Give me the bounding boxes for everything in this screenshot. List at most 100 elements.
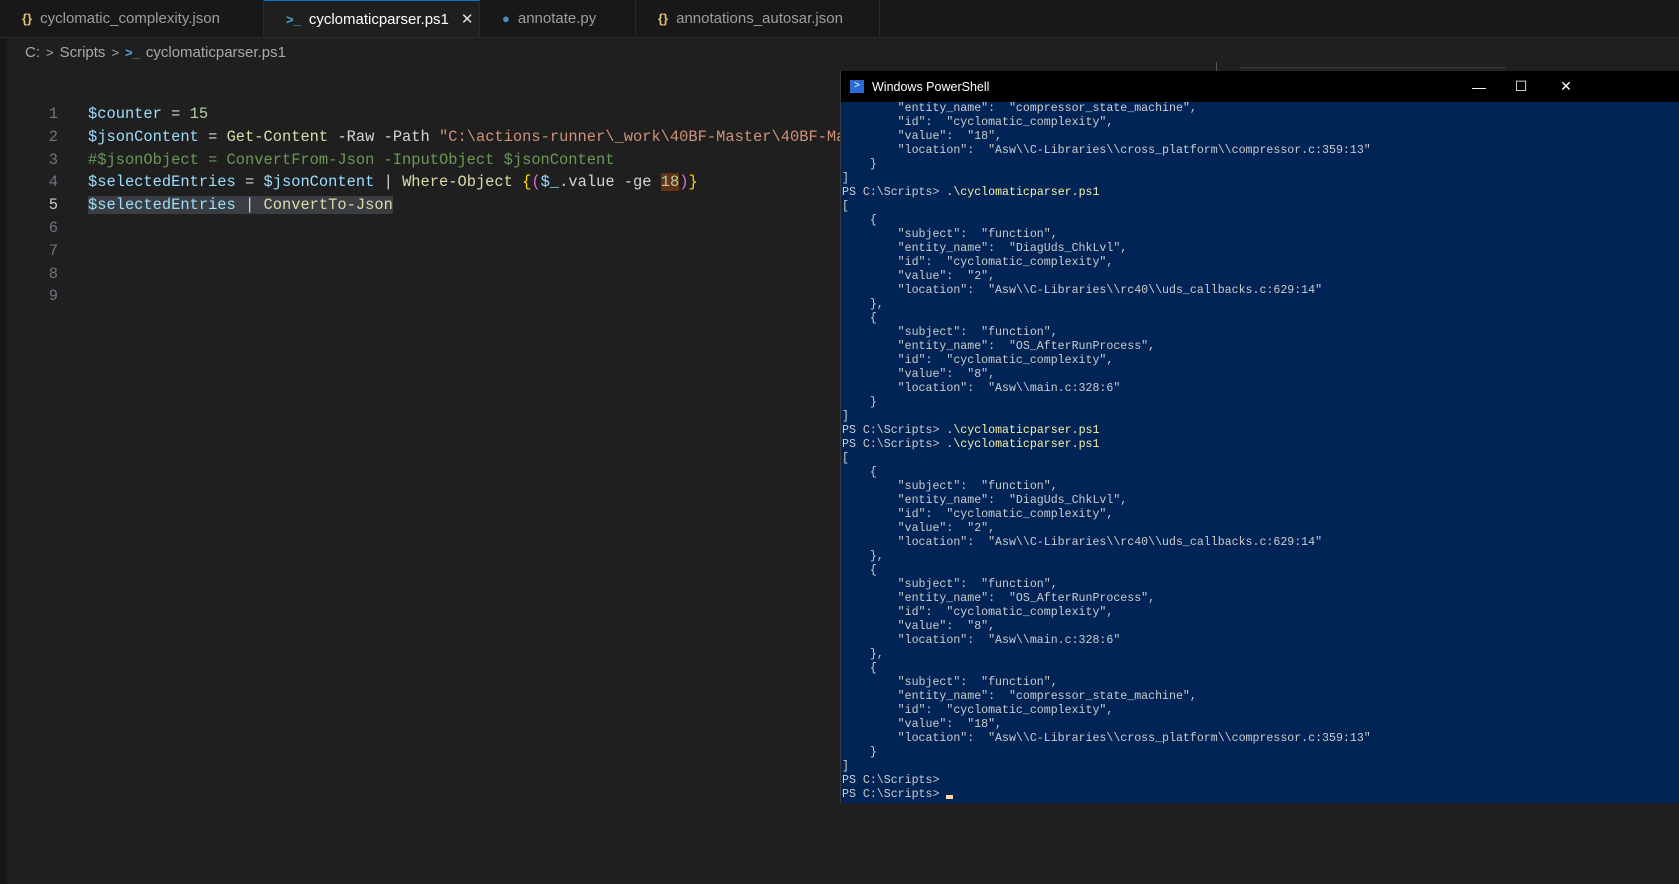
line-number: 4 (48, 173, 58, 192)
terminal-output-line: "entity_name": "DiagUds_ChkLvl", (842, 494, 1128, 507)
terminal-output-line: "entity_name": "compressor_state_machine… (842, 102, 1197, 115)
line-number: 3 (48, 150, 58, 169)
code-token: $jsonContent (263, 173, 375, 192)
tab-cyclomatic-complexity-json[interactable]: {} cyclomatic_complexity.json (0, 0, 264, 37)
terminal-prompt-line: PS C:\Scripts> .\cyclomaticparser.ps1 (842, 424, 1099, 438)
code-token: Where-Object (402, 173, 513, 192)
code-token: #$jsonObject = ConvertFrom-Json -InputOb… (88, 150, 615, 169)
prompt-text: PS C:\Scripts> (842, 438, 947, 451)
terminal-output-line: "value": "18", (842, 718, 1003, 731)
terminal-output-line: "id": "cyclomatic_complexity", (842, 606, 1114, 619)
tab-label: annotate.py (517, 10, 597, 27)
terminal-output-line: "id": "cyclomatic_complexity", (842, 116, 1114, 129)
tab-label: cyclomatic_complexity.json (40, 10, 220, 27)
terminal-prompt-line: PS C:\Scripts> .\cyclomaticparser.ps1 (842, 186, 1099, 200)
powershell-icon: >_ (125, 44, 140, 60)
terminal-output-line: "entity_name": "OS_AfterRunProcess", (842, 340, 1156, 353)
terminal-output[interactable]: "entity_name": "compressor_state_machine… (842, 102, 1679, 803)
breadcrumb-drive[interactable]: C: (25, 44, 40, 61)
terminal-output-line: "location": "Asw\\main.c:328:6" (842, 382, 1121, 395)
terminal-output-line: "location": "Asw\\C-Libraries\\rc40\\uds… (842, 536, 1323, 549)
terminal-output-line: "value": "2", (842, 270, 996, 283)
terminal-cursor (946, 795, 954, 799)
terminal-output-line: { (842, 564, 877, 577)
code-text: #$jsonObject = ConvertFrom-Json -InputOb… (88, 149, 614, 172)
breadcrumb-file[interactable]: cyclomaticparser.ps1 (146, 44, 286, 61)
code-token: "C:\actions-runner\_work\40BF-Master\40B… (439, 127, 846, 146)
code-token: = (161, 105, 190, 123)
powershell-window[interactable]: > Windows PowerShell — ☐ ✕ "entity_name"… (840, 71, 1679, 803)
tab-annotate-py[interactable]: ● annotate.py (480, 0, 636, 37)
chevron-right-icon: > (46, 44, 54, 60)
close-tab-icon[interactable]: ✕ (461, 10, 474, 28)
code-token: $selectedEntries (88, 173, 236, 192)
code-token: ( (531, 173, 541, 192)
terminal-output-line: } (842, 396, 877, 409)
terminal-output-line: }, (842, 648, 884, 661)
terminal-output-line: "value": "8", (842, 368, 996, 381)
code-token: $counter (88, 105, 162, 123)
terminal-output-line: "subject": "function", (842, 480, 1058, 493)
terminal-output-line: "value": "2", (842, 522, 996, 535)
code-token: 18 (660, 173, 680, 192)
tab-label: annotations_autosar.json (676, 10, 843, 27)
chevron-right-icon: > (111, 44, 120, 60)
terminal-prompt-line: PS C:\Scripts> (842, 774, 946, 788)
terminal-output-line: "subject": "function", (842, 326, 1058, 339)
terminal-output-line: "value": "18", (842, 130, 1003, 143)
editor-tab-bar: {} cyclomatic_complexity.json >_ cycloma… (0, 0, 1679, 38)
json-icon: {} (658, 11, 669, 26)
terminal-output-line: "location": "Asw\\C-Libraries\\cross_pla… (842, 144, 1371, 157)
code-text: $selectedEntries = $jsonContent | Where-… (88, 171, 698, 194)
prompt-text: PS C:\Scripts> (842, 186, 947, 199)
code-text: $selectedEntries | ConvertTo-Json (88, 194, 393, 217)
powershell-icon: >_ (286, 11, 301, 27)
terminal-output-line: } (842, 746, 877, 759)
terminal-output-line: "subject": "function", (842, 676, 1058, 689)
code-token: ConvertTo-Json (263, 196, 393, 215)
terminal-output-line: ] (842, 172, 849, 185)
line-number: 9 (48, 287, 58, 306)
code-token: -Raw -Path (328, 127, 440, 146)
code-token: .value -ge (559, 173, 661, 192)
terminal-output-line: "subject": "function", (842, 228, 1058, 241)
code-token: } (688, 173, 698, 192)
minimize-button[interactable]: — (1459, 71, 1499, 102)
window-title: Windows PowerShell (872, 79, 990, 94)
close-button[interactable]: ✕ (1546, 71, 1586, 102)
terminal-output-line: }, (842, 298, 884, 311)
breadcrumb: C: > Scripts > >_ cyclomaticparser.ps1 (25, 41, 286, 63)
python-icon: ● (502, 11, 510, 26)
terminal-output-line: } (842, 158, 877, 171)
code-token: $selectedEntries (88, 196, 236, 215)
line-number: 2 (48, 127, 58, 146)
line-number: 1 (48, 105, 58, 123)
tab-cyclomaticparser-ps1[interactable]: >_ cyclomaticparser.ps1 ✕ (264, 0, 480, 37)
terminal-output-line: ] (842, 760, 849, 773)
terminal-output-line: "id": "cyclomatic_complexity", (842, 508, 1114, 521)
breadcrumb-folder[interactable]: Scripts (60, 44, 106, 61)
maximize-button[interactable]: ☐ (1501, 71, 1541, 102)
terminal-output-line: "value": "8", (842, 620, 996, 633)
code-token: $jsonContent (88, 127, 199, 146)
terminal-output-line: "location": "Asw\\C-Libraries\\rc40\\uds… (842, 284, 1323, 297)
terminal-output-line: "location": "Asw\\main.c:328:6" (842, 634, 1121, 647)
code-token: 15 (189, 105, 209, 123)
terminal-output-line: { (842, 214, 877, 227)
code-token: = (235, 173, 264, 192)
line-number: 6 (48, 219, 58, 237)
tab-label: cyclomaticparser.ps1 (308, 10, 449, 28)
terminal-output-line: [ (842, 200, 849, 213)
terminal-output-line: "id": "cyclomatic_complexity", (842, 704, 1114, 717)
line-number: 8 (48, 264, 58, 283)
left-border (0, 38, 7, 884)
terminal-output-line: { (842, 312, 877, 325)
terminal-output-line: "id": "cyclomatic_complexity", (842, 354, 1114, 367)
json-icon: {} (22, 11, 33, 26)
terminal-output-line: "location": "Asw\\C-Libraries\\cross_pla… (842, 732, 1371, 745)
code-token: $_ (540, 173, 560, 192)
terminal-output-line: "entity_name": "compressor_state_machine… (842, 690, 1197, 703)
powershell-title-bar[interactable]: > Windows PowerShell — ☐ ✕ (841, 71, 1679, 102)
tab-annotations-autosar-json[interactable]: {} annotations_autosar.json (636, 0, 880, 37)
terminal-output-line: "subject": "function", (842, 578, 1058, 591)
